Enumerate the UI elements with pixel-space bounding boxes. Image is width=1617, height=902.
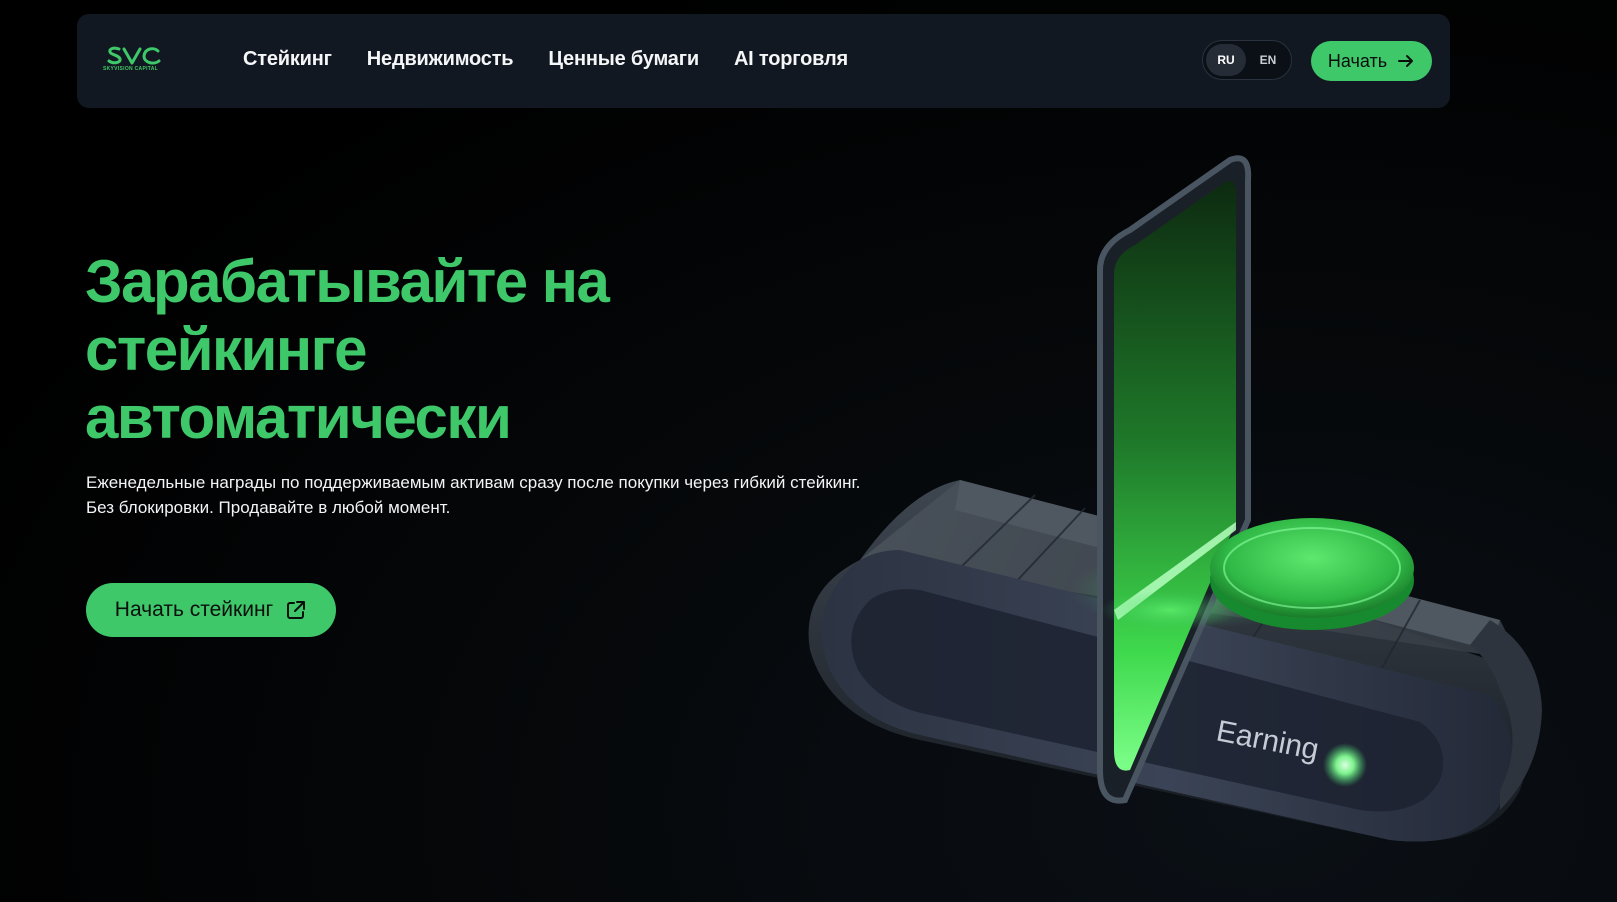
- nav-link-ai-trading[interactable]: AI торговля: [734, 48, 848, 71]
- lang-en-button[interactable]: EN: [1248, 44, 1288, 76]
- external-link-icon: [287, 601, 306, 619]
- nav-link-staking[interactable]: Стейкинг: [243, 48, 332, 71]
- staking-device-illustration: Earning: [808, 155, 1542, 842]
- logo-subtitle: SKYVISION CAPITAL: [103, 66, 159, 72]
- language-switcher: RU EN: [1202, 40, 1292, 80]
- hero-title: Зарабатывайте на стейкинге автоматически: [85, 248, 725, 452]
- brand-logo[interactable]: SKYVISION CAPITAL: [103, 46, 173, 76]
- top-navbar: SKYVISION CAPITAL Стейкинг Недвижимость …: [77, 14, 1450, 108]
- nav-link-real-estate[interactable]: Недвижимость: [367, 48, 514, 71]
- main-nav: Стейкинг Недвижимость Ценные бумаги AI т…: [243, 48, 848, 71]
- start-button-label: Начать: [1327, 50, 1388, 71]
- arrow-right-icon: [1398, 55, 1414, 67]
- start-button[interactable]: Начать: [1311, 41, 1432, 81]
- nav-link-securities[interactable]: Ценные бумаги: [548, 48, 699, 71]
- start-staking-label: Начать стейкинг: [114, 598, 274, 621]
- hero-title-line: стейкинге: [85, 316, 368, 383]
- lang-ru-button[interactable]: RU: [1206, 44, 1246, 76]
- status-led: [1323, 743, 1367, 787]
- page: SKYVISION CAPITAL Стейкинг Недвижимость …: [0, 0, 1617, 902]
- svc-logo-mark: [107, 46, 161, 65]
- start-staking-button[interactable]: Начать стейкинг: [86, 583, 336, 637]
- hero-title-line: автоматически: [85, 384, 512, 451]
- hero-title-line: Зарабатывайте на: [85, 248, 610, 315]
